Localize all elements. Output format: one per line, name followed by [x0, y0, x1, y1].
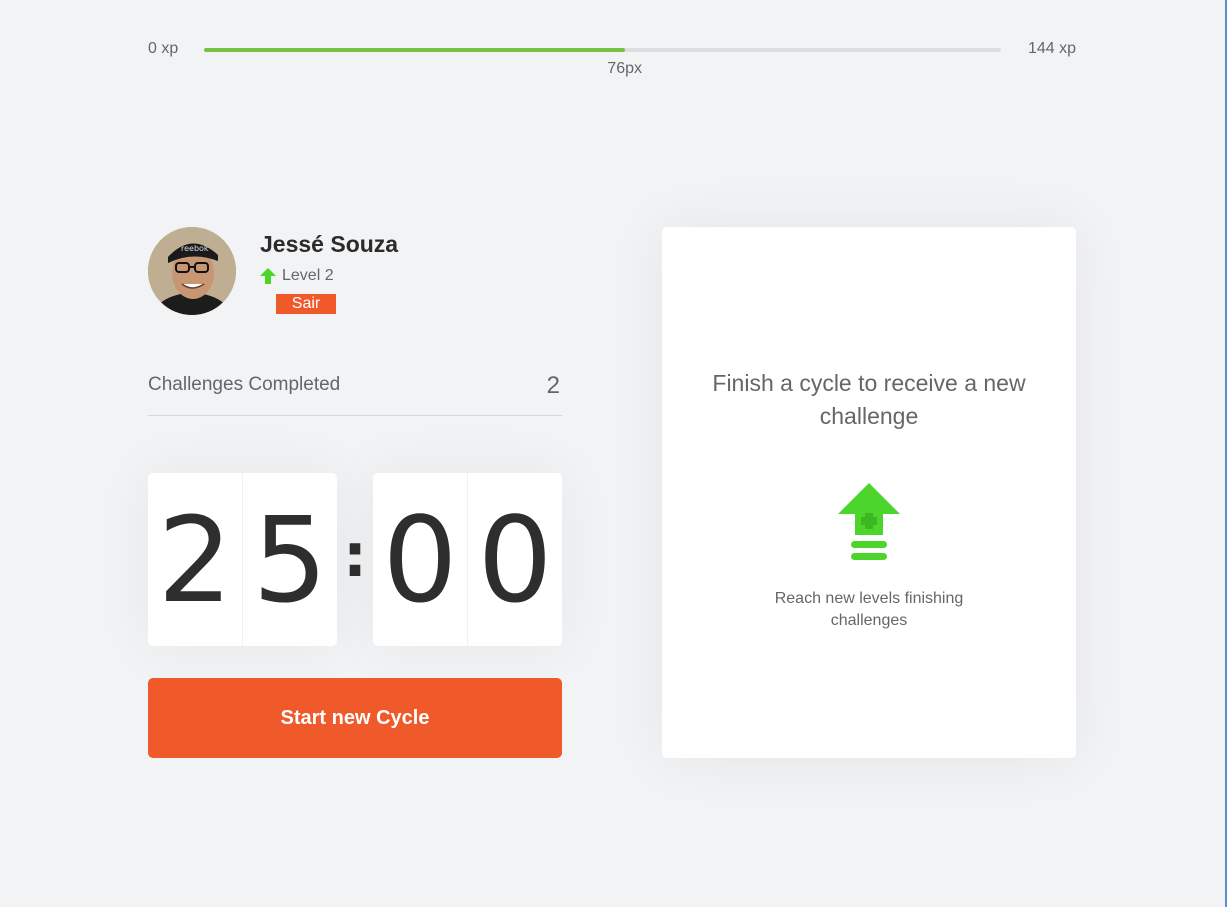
challenge-box-title: Finish a cycle to receive a new challeng… [712, 370, 1026, 429]
experience-bar: 0 xp 76px 144 xp [148, 38, 1076, 82]
second-digit-right: 0 [477, 490, 553, 629]
countdown: 2 5 : 0 0 [148, 473, 562, 646]
minute-digit-right: 5 [252, 490, 328, 629]
profile: reebok Jessé Souza Level 2 Sair [148, 227, 562, 317]
completed-challenges-label: Challenges Completed [148, 374, 341, 395]
level-up-icon [838, 483, 900, 570]
minutes: 2 5 [148, 473, 337, 646]
level-up-arrow-icon [260, 268, 276, 284]
logout-button[interactable]: Sair [276, 294, 336, 314]
xp-max-label: 144 xp [1027, 40, 1076, 57]
second-digit-left: 0 [373, 473, 468, 646]
level-label: Level 2 [282, 267, 334, 284]
xp-current-label: 76px [607, 60, 643, 77]
seconds: 0 0 [373, 473, 562, 646]
user-name: Jessé Souza [260, 231, 399, 257]
completed-challenges-count: 2 [546, 372, 560, 399]
challenge-box: Finish a cycle to receive a new challeng… [662, 227, 1076, 758]
minute-digit-left: 2 [148, 473, 243, 646]
level-row: Level 2 [260, 267, 334, 285]
xp-progress-fill [204, 48, 625, 52]
countdown-separator: : [343, 520, 367, 591]
completed-challenges: Challenges Completed 2 [148, 360, 562, 416]
avatar: reebok [148, 227, 236, 315]
svg-text:reebok: reebok [181, 244, 209, 253]
start-cycle-button[interactable]: Start new Cycle [148, 678, 562, 758]
challenge-box-text: Reach new levels finishing challenges [774, 590, 964, 629]
xp-track [204, 48, 1001, 52]
xp-min-label: 0 xp [148, 40, 179, 57]
